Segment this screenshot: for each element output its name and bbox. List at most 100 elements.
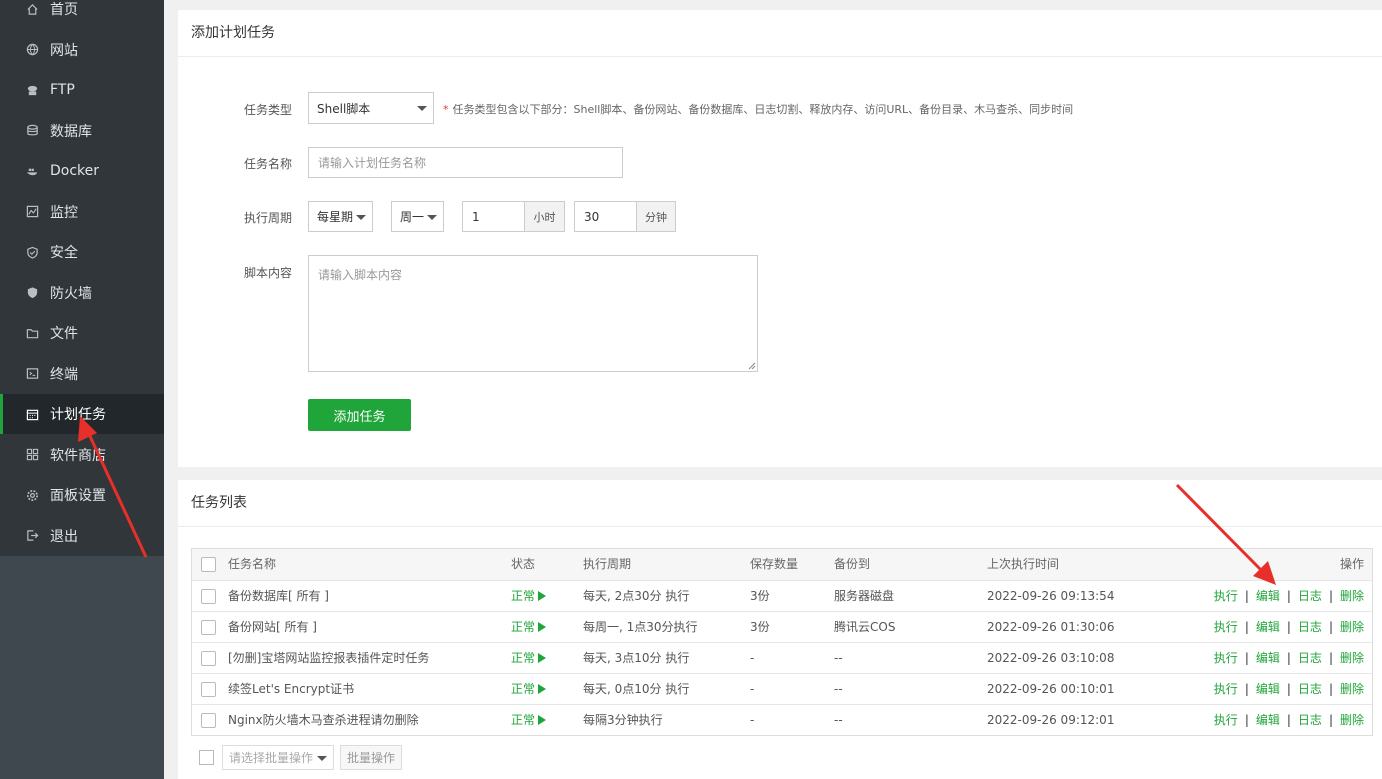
sidebar-item-label: 计划任务: [50, 407, 106, 423]
script-label: 脚本内容: [244, 266, 293, 280]
op-separator: |: [1244, 620, 1249, 634]
op-delete-link[interactable]: 删除: [1340, 620, 1364, 634]
task-last-run: 2022-09-26 01:30:06: [987, 620, 1115, 634]
select-all-checkbox[interactable]: [201, 557, 216, 572]
task-target: --: [834, 651, 843, 665]
globe-icon: [25, 43, 39, 57]
cycle-type-value: 每星期: [317, 210, 354, 224]
chevron-down-icon: [417, 106, 427, 111]
minute-input[interactable]: 30: [574, 201, 637, 232]
sidebar-item-4[interactable]: Docker: [0, 151, 164, 191]
sidebar-item-2[interactable]: FTP: [0, 70, 164, 110]
task-keep: 3份: [750, 620, 770, 634]
op-delete-link[interactable]: 删除: [1340, 589, 1364, 603]
status-badge[interactable]: 正常: [511, 581, 547, 612]
op-delete-link[interactable]: 删除: [1340, 682, 1364, 696]
col-cycle: 执行周期: [583, 557, 632, 571]
hour-input[interactable]: 1: [462, 201, 525, 232]
batch-button[interactable]: 批量操作: [340, 745, 402, 770]
op-separator: |: [1244, 682, 1249, 696]
task-last-run: 2022-09-26 00:10:01: [987, 682, 1115, 696]
task-cycle: 每周一, 1点30分执行: [583, 620, 698, 634]
op-separator: |: [1328, 713, 1333, 727]
op-run-link[interactable]: 执行: [1214, 713, 1238, 727]
sidebar-item-0[interactable]: 首页: [0, 0, 164, 29]
op-edit-link[interactable]: 编辑: [1256, 589, 1280, 603]
task-cycle: 每天, 3点10分 执行: [583, 651, 690, 665]
op-delete-link[interactable]: 删除: [1340, 651, 1364, 665]
op-edit-link[interactable]: 编辑: [1256, 651, 1280, 665]
resize-grip-icon[interactable]: [748, 362, 756, 370]
table-row: 备份网站[ 所有 ] 正常 每周一, 1点30分执行 3份 腾讯云COS 2022-09-…: [192, 611, 1372, 642]
status-badge[interactable]: 正常: [511, 643, 547, 674]
sidebar-item-label: 退出: [50, 528, 78, 545]
op-delete-link[interactable]: 删除: [1340, 713, 1364, 727]
sidebar-item-label: 文件: [50, 326, 78, 342]
sidebar-item-1[interactable]: 网站: [0, 30, 164, 70]
op-log-link[interactable]: 日志: [1298, 620, 1322, 634]
add-task-button[interactable]: 添加任务: [308, 399, 411, 431]
task-last-run: 2022-09-26 03:10:08: [987, 651, 1115, 665]
sidebar-item-7[interactable]: 防火墙: [0, 273, 164, 313]
col-name: 任务名称: [228, 557, 277, 571]
op-separator: |: [1286, 620, 1291, 634]
database-icon: [25, 124, 39, 138]
col-status: 状态: [511, 557, 536, 571]
task-name-label: 任务名称: [244, 157, 293, 171]
task-list-title: 任务列表: [178, 480, 1382, 527]
op-run-link[interactable]: 执行: [1214, 589, 1238, 603]
op-log-link[interactable]: 日志: [1298, 589, 1322, 603]
sidebar-item-12[interactable]: 面板设置: [0, 475, 164, 515]
op-run-link[interactable]: 执行: [1214, 682, 1238, 696]
home-icon: [25, 2, 39, 16]
op-separator: |: [1286, 682, 1291, 696]
op-separator: |: [1286, 651, 1291, 665]
shield-icon: [25, 245, 39, 259]
cycle-day-select[interactable]: 周一: [391, 201, 444, 232]
row-checkbox[interactable]: [201, 620, 216, 635]
task-cycle: 每天, 0点10分 执行: [583, 682, 690, 696]
chevron-down-icon: [317, 755, 327, 761]
status-badge[interactable]: 正常: [511, 705, 547, 736]
task-keep: -: [750, 682, 755, 696]
row-actions: 执行 | 编辑 | 日志 | 删除: [1214, 705, 1364, 736]
op-log-link[interactable]: 日志: [1298, 682, 1322, 696]
batch-checkbox[interactable]: [199, 750, 214, 765]
sidebar-item-9[interactable]: 终端: [0, 354, 164, 394]
play-icon: [538, 653, 547, 663]
row-checkbox[interactable]: [201, 682, 216, 697]
row-actions: 执行 | 编辑 | 日志 | 删除: [1214, 643, 1364, 674]
op-run-link[interactable]: 执行: [1214, 651, 1238, 665]
op-run-link[interactable]: 执行: [1214, 620, 1238, 634]
sidebar-item-6[interactable]: 安全: [0, 232, 164, 272]
table-row: 续签Let's Encrypt证书 正常 每天, 0点10分 执行 - -- 2022-0…: [192, 673, 1372, 704]
op-log-link[interactable]: 日志: [1298, 713, 1322, 727]
table-body: 备份数据库[ 所有 ] 正常 每天, 2点30分 执行 3份 服务器磁盘 2022-09-…: [192, 580, 1372, 735]
sidebar-item-label: 数据库: [50, 123, 92, 140]
row-checkbox[interactable]: [201, 589, 216, 604]
sidebar-item-10[interactable]: 计划任务: [0, 394, 164, 434]
op-edit-link[interactable]: 编辑: [1256, 682, 1280, 696]
status-badge[interactable]: 正常: [511, 612, 547, 643]
sidebar-item-11[interactable]: 软件商店: [0, 435, 164, 475]
row-checkbox[interactable]: [201, 651, 216, 666]
op-edit-link[interactable]: 编辑: [1256, 713, 1280, 727]
firewall-icon: [25, 286, 39, 300]
task-type-select[interactable]: Shell脚本: [308, 92, 434, 124]
sidebar-item-3[interactable]: 数据库: [0, 111, 164, 151]
op-log-link[interactable]: 日志: [1298, 651, 1322, 665]
col-last: 上次执行时间: [987, 557, 1060, 571]
task-name-input[interactable]: 请输入计划任务名称: [308, 147, 623, 178]
sidebar-item-8[interactable]: 文件: [0, 313, 164, 353]
sidebar-item-5[interactable]: 监控: [0, 192, 164, 232]
op-edit-link[interactable]: 编辑: [1256, 620, 1280, 634]
cycle-type-select[interactable]: 每星期: [308, 201, 373, 232]
task-name: Nginx防火墙木马查杀进程请勿删除: [228, 713, 419, 727]
task-table: 任务名称 状态 执行周期 保存数量 备份到 上次执行时间 操作 备份数据库[ 所…: [191, 548, 1373, 736]
row-checkbox[interactable]: [201, 713, 216, 728]
batch-select[interactable]: 请选择批量操作: [222, 745, 334, 770]
script-textarea[interactable]: 请输入脚本内容: [308, 255, 758, 372]
status-badge[interactable]: 正常: [511, 674, 547, 705]
task-keep: -: [750, 651, 755, 665]
sidebar-item-13[interactable]: 退出: [0, 516, 164, 556]
